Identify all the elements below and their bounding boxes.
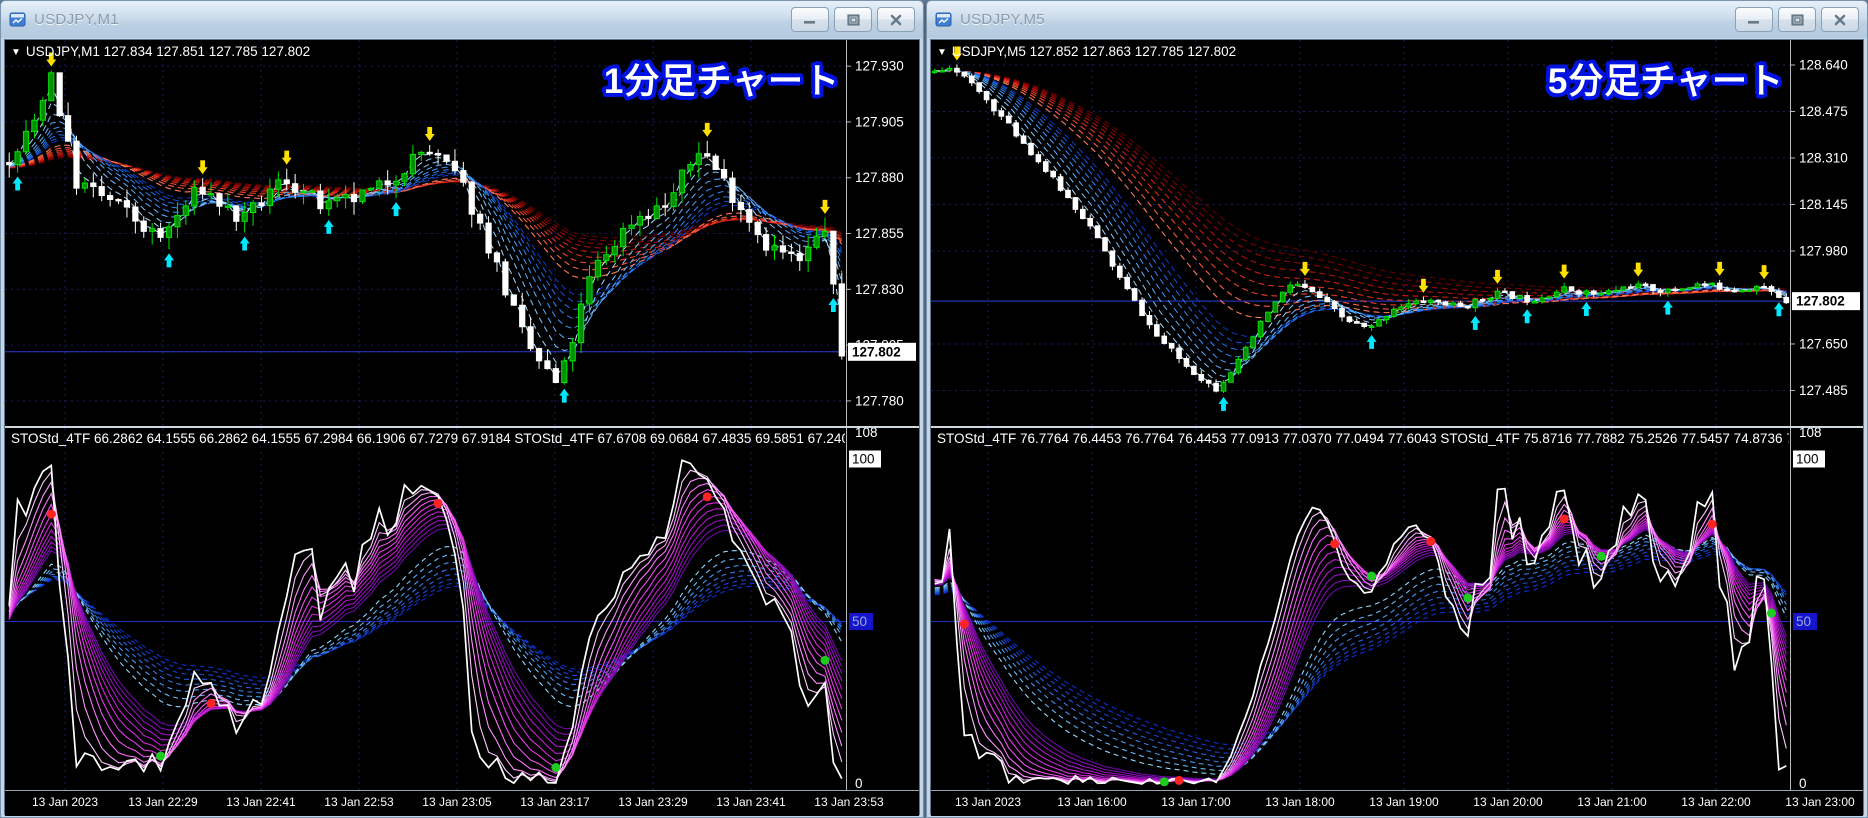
svg-text:108: 108 [1799, 428, 1822, 440]
timeframe-label-m1: 1分足チャート [603, 62, 840, 101]
svg-text:128.145: 128.145 [1799, 197, 1848, 212]
chart-window-m1[interactable]: USDJPY,M1 ▼ USDJPY,M1 127.834 127.851 127… [0, 0, 924, 818]
window-title: USDJPY,M5 [960, 11, 1045, 28]
minimize-icon [804, 20, 815, 24]
main-chart-pane-m5[interactable]: ▼ USDJPY,M5 127.852 127.863 127.785 127.8… [931, 40, 1863, 426]
time-axis-m1[interactable]: 13 Jan 2023 13 Jan 22:29 13 Jan 22:41 13 Ja… [5, 790, 919, 816]
svg-text:0: 0 [1799, 776, 1807, 790]
time-label: 13 Jan 16:00 [1057, 795, 1127, 809]
time-label: 13 Jan 23:17 [520, 795, 590, 809]
svg-text:127.485: 127.485 [1799, 383, 1848, 398]
time-axis-m5[interactable]: 13 Jan 2023 13 Jan 16:00 13 Jan 17:00 13 Ja… [931, 790, 1863, 816]
svg-text:50: 50 [1796, 614, 1811, 629]
mdi-workspace: USDJPY,M1 ▼ USDJPY,M1 127.834 127.851 127… [0, 0, 1868, 818]
svg-text:128.475: 128.475 [1799, 104, 1848, 119]
ohlc-readout: ▼ USDJPY,M5 127.852 127.863 127.785 127.8… [937, 44, 1236, 59]
time-label: 13 Jan 2023 [31, 795, 99, 809]
time-label: 13 Jan 23:05 [422, 795, 492, 809]
indicator-header: STOStd_4TF 66.2862 64.1555 66.2862 64.15… [11, 431, 845, 446]
svg-text:127.855: 127.855 [855, 226, 904, 241]
svg-text:127.802: 127.802 [1796, 294, 1845, 309]
time-label: 13 Jan 18:00 [1265, 795, 1335, 809]
time-label: 13 Jan 23:29 [618, 795, 688, 809]
time-label: 13 Jan 17:00 [1161, 795, 1231, 809]
window-title: USDJPY,M1 [34, 11, 119, 28]
time-label: 13 Jan 22:53 [324, 795, 394, 809]
time-label: 13 Jan 23:53 [814, 795, 884, 809]
svg-text:127.905: 127.905 [855, 114, 904, 129]
svg-text:127.650: 127.650 [1799, 336, 1848, 351]
time-label: 13 Jan 21:00 [1577, 795, 1647, 809]
svg-text:108: 108 [855, 428, 878, 440]
close-icon [890, 14, 902, 25]
restore-icon [1790, 13, 1804, 26]
chart-content-m5[interactable]: ▼ USDJPY,M5 127.852 127.863 127.785 127.8… [930, 39, 1864, 816]
indicator-header: STOStd_4TF 76.7764 76.4453 76.7764 76.44… [937, 431, 1789, 446]
svg-text:127.980: 127.980 [1799, 243, 1848, 258]
restore-icon [846, 13, 860, 26]
main-chart-pane-m1[interactable]: ▼ USDJPY,M1 127.834 127.851 127.785 127.8… [5, 40, 919, 426]
symbol-dropdown-icon[interactable]: ▼ [11, 47, 21, 58]
titlebar-m1[interactable]: USDJPY,M1 [1, 1, 923, 38]
chart-content-m1[interactable]: ▼ USDJPY,M1 127.834 127.851 127.785 127.8… [4, 39, 920, 816]
indicator-pane-m5[interactable]: STOStd_4TF 76.7764 76.4453 76.7764 76.44… [931, 426, 1863, 790]
close-icon [1834, 14, 1846, 25]
time-label: 13 Jan 23:41 [716, 795, 786, 809]
time-label: 13 Jan 22:29 [128, 795, 198, 809]
restore-button[interactable] [834, 7, 872, 32]
restore-button[interactable] [1778, 7, 1816, 32]
time-label: 13 Jan 20:00 [1473, 795, 1543, 809]
indicator-pane-m1[interactable]: STOStd_4TF 66.2862 64.1555 66.2862 64.15… [5, 426, 919, 790]
symbol-dropdown-icon[interactable]: ▼ [937, 47, 947, 58]
svg-text:100: 100 [1796, 452, 1819, 467]
ohlc-line: USDJPY,M1 127.834 127.851 127.785 127.80… [25, 44, 311, 59]
svg-text:127.780: 127.780 [855, 393, 904, 408]
time-label: 13 Jan 23:00 [1785, 795, 1855, 809]
ohlc-readout: ▼ USDJPY,M1 127.834 127.851 127.785 127.8… [11, 44, 310, 59]
timeframe-label-m5: 5分足チャート [1547, 62, 1784, 101]
close-button[interactable] [1821, 7, 1859, 32]
indicator-svg[interactable]: 108 100 50 0 [5, 428, 919, 790]
svg-text:100: 100 [852, 452, 875, 467]
svg-text:127.880: 127.880 [855, 170, 904, 185]
close-button[interactable] [877, 7, 915, 32]
titlebar-m5[interactable]: USDJPY,M5 [927, 1, 1867, 38]
time-label: 13 Jan 19:00 [1369, 795, 1439, 809]
svg-text:50: 50 [852, 614, 867, 629]
ohlc-line: USDJPY,M5 127.852 127.863 127.785 127.80… [951, 44, 1237, 59]
minimize-button[interactable] [1735, 7, 1773, 32]
time-label: 13 Jan 2023 [954, 795, 1022, 809]
svg-text:0: 0 [855, 776, 863, 790]
svg-text:128.310: 128.310 [1799, 150, 1848, 165]
svg-text:127.802: 127.802 [852, 344, 901, 359]
minimize-button[interactable] [791, 7, 829, 32]
minimize-icon [1748, 20, 1759, 24]
chart-window-icon [9, 12, 27, 28]
chart-window-m5[interactable]: USDJPY,M5 ▼ USDJPY,M5 127.852 127.863 127… [926, 0, 1868, 818]
chart-window-icon [935, 12, 953, 28]
time-label: 13 Jan 22:00 [1681, 795, 1751, 809]
time-label: 13 Jan 22:41 [226, 795, 296, 809]
svg-text:128.640: 128.640 [1799, 57, 1848, 72]
indicator-svg[interactable]: 108 100 50 0 [931, 428, 1863, 790]
svg-text:127.930: 127.930 [855, 59, 904, 74]
svg-text:127.830: 127.830 [855, 282, 904, 297]
